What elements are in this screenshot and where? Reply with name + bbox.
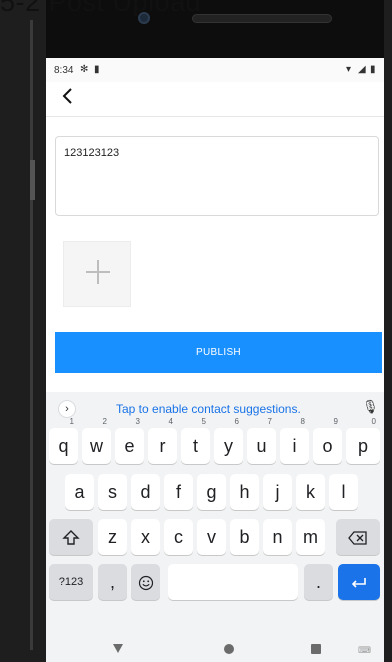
key-b[interactable]: b [230,519,259,555]
key-t-number: 5 [201,417,206,426]
side-button [30,160,35,200]
key-w[interactable]: 2w [82,417,111,464]
bezel-edge [30,20,33,650]
key-u[interactable]: 7u [247,417,276,464]
plus-icon-vertical [97,260,99,284]
key-o[interactable]: 9o [313,417,342,464]
soft-keyboard: › Tap to enable contact suggestions. 🎙 1… [46,392,384,662]
nav-back-icon[interactable] [113,644,123,653]
key-d[interactable]: d [131,474,160,510]
enter-icon [351,578,366,588]
post-text-value: 123123123 [64,147,120,159]
emoji-icon [138,576,153,591]
plus-icon [86,260,110,284]
period-key[interactable]: . [304,564,333,600]
key-p[interactable]: 0p [346,417,380,464]
key-u-label: u [256,436,267,456]
expand-toolbar-button[interactable]: › [58,400,76,418]
key-m[interactable]: m [296,519,325,555]
earpiece-speaker [192,14,332,23]
add-image-button[interactable] [63,241,131,307]
backspace-key[interactable] [336,519,380,555]
key-r-number: 4 [168,417,173,426]
key-o-label: o [322,436,333,456]
key-i-number: 8 [300,417,305,426]
status-bar: 8:34 ✻ ▮ ▾ ◢ ▮ [46,58,384,82]
key-t[interactable]: 5t [181,417,210,464]
gear-icon: ✻ [80,64,89,75]
key-u-number: 7 [267,417,272,426]
key-q-label: q [58,436,69,456]
key-h[interactable]: h [230,474,259,510]
key-v[interactable]: v [197,519,226,555]
sd-card-icon: ▮ [94,64,100,75]
key-i[interactable]: 8i [280,417,309,464]
key-o-number: 9 [333,417,338,426]
comma-key[interactable]: , [98,564,127,600]
key-p-label: p [357,436,368,456]
key-w-number: 2 [102,417,107,426]
key-n[interactable]: n [263,519,292,555]
key-s[interactable]: s [98,474,127,510]
key-j[interactable]: j [263,474,292,510]
key-e-label: e [124,436,135,456]
battery-icon: ▮ [370,64,376,75]
key-q-number: 1 [69,417,74,426]
shift-icon [62,530,80,545]
chevron-right-icon: › [65,403,69,415]
microphone-icon[interactable]: 🎙 [362,399,379,415]
key-e-number: 3 [135,417,140,426]
enter-key[interactable] [338,564,380,600]
key-g[interactable]: g [197,474,226,510]
publish-button[interactable]: PUBLISH [55,332,382,373]
device-frame: 5-2 Post Upload 8:34 ✻ ▮ ▾ ◢ ▮ 123123123… [0,0,392,662]
device-bezel-left [0,0,46,662]
keyboard-switch-icon[interactable]: ⌨ [358,645,371,656]
contact-suggestions-prompt[interactable]: Tap to enable contact suggestions. [116,402,301,416]
nav-home-icon[interactable] [224,644,234,654]
device-bezel-right [384,0,392,662]
space-key[interactable] [168,564,298,600]
key-y[interactable]: 6y [214,417,243,464]
key-q[interactable]: 1q [49,417,78,464]
header-divider [46,116,384,117]
phone-screen: 8:34 ✻ ▮ ▾ ◢ ▮ 123123123 PUBLISH › Tap t… [46,58,384,662]
post-text-input[interactable]: 123123123 [55,136,379,216]
symbols-key[interactable]: ?123 [49,564,93,600]
key-r[interactable]: 4r [148,417,177,464]
key-r-label: r [159,436,166,456]
backspace-icon [348,531,367,545]
navigation-bar: ⌨ [46,638,384,662]
key-f[interactable]: f [164,474,193,510]
key-y-label: y [224,436,233,456]
key-e[interactable]: 3e [115,417,144,464]
key-t-label: t [192,436,198,456]
key-l[interactable]: l [329,474,358,510]
key-x[interactable]: x [131,519,160,555]
key-k[interactable]: k [296,474,325,510]
signal-icon: ◢ [358,64,366,75]
key-p-number: 0 [371,417,376,426]
emoji-key[interactable] [131,564,160,600]
back-button[interactable] [56,84,80,108]
key-w-label: w [90,436,103,456]
key-c[interactable]: c [164,519,193,555]
screen-caption: 5-2 Post Upload [0,0,202,17]
status-time: 8:34 [54,65,74,76]
chevron-left-icon [62,88,72,104]
key-y-number: 6 [234,417,239,426]
shift-key[interactable] [49,519,93,555]
wifi-icon: ▾ [346,64,352,75]
nav-recents-icon[interactable] [311,644,321,654]
key-z[interactable]: z [98,519,127,555]
key-i-label: i [292,436,297,456]
key-a[interactable]: a [65,474,94,510]
